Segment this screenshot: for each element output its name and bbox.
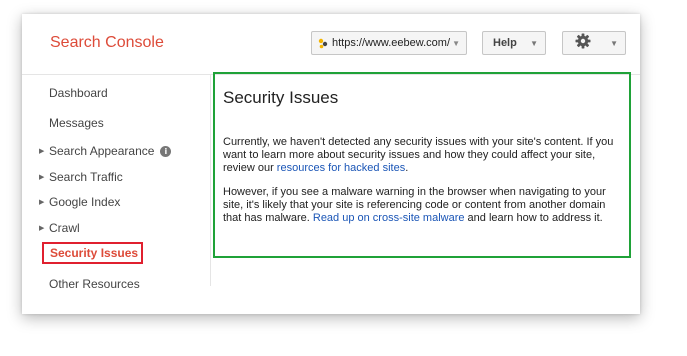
- page-title: Security Issues: [223, 88, 339, 107]
- settings-button[interactable]: ▼: [562, 31, 626, 55]
- paragraph-text: and learn how to address it.: [464, 211, 603, 224]
- sidebar-item-search-traffic[interactable]: ▶ Search Traffic: [39, 170, 123, 184]
- no-issues-paragraph: Currently, we haven't detected any secur…: [223, 136, 623, 174]
- cross-site-malware-link[interactable]: Read up on cross-site malware: [313, 212, 465, 224]
- sidebar-item-crawl[interactable]: ▶ Crawl: [39, 221, 80, 235]
- sidebar-item-dashboard[interactable]: Dashboard: [49, 86, 108, 100]
- sidebar-item-google-index[interactable]: ▶ Google Index: [39, 195, 121, 209]
- sidebar-item-label: Other Resources: [49, 277, 140, 291]
- sidebar-item-label: Google Index: [49, 195, 121, 209]
- help-button-label: Help: [493, 37, 517, 49]
- sidebar-item-label: Security Issues: [50, 246, 139, 260]
- help-button[interactable]: Help ▼: [482, 31, 546, 55]
- sidebar-item-label: Dashboard: [49, 86, 108, 100]
- info-icon[interactable]: i: [160, 145, 172, 157]
- sidebar-item-label: Search Traffic: [49, 170, 123, 184]
- sidebar-item-messages[interactable]: Messages: [49, 116, 104, 130]
- sidebar-item-label: Messages: [49, 116, 104, 130]
- site-favicon-icon: [318, 37, 328, 49]
- sidebar-item-label: Search Appearance: [49, 144, 155, 158]
- sidebar-nav: Dashboard Messages ▶ Search Appearance i…: [22, 74, 211, 291]
- sidebar-item-other-resources[interactable]: Other Resources: [49, 277, 140, 291]
- expand-arrow-icon: ▶: [39, 174, 45, 181]
- app-brand[interactable]: Search Console: [50, 34, 164, 52]
- sidebar-item-security-issues[interactable]: Security Issues: [42, 242, 143, 264]
- security-issues-panel: Security Issues Currently, we haven't de…: [213, 72, 631, 258]
- expand-arrow-icon: ▶: [39, 225, 45, 232]
- sidebar-item-label: Crawl: [49, 221, 80, 235]
- chevron-down-icon: ▼: [530, 38, 538, 48]
- search-console-window: Search Console https://www.eebew.com/ ▼ …: [22, 14, 640, 314]
- site-selector[interactable]: https://www.eebew.com/ ▼: [311, 31, 467, 55]
- malware-warning-paragraph: However, if you see a malware warning in…: [223, 186, 623, 224]
- expand-arrow-icon: ▶: [39, 148, 45, 155]
- gear-icon: [575, 33, 591, 54]
- chevron-down-icon: ▼: [452, 38, 460, 48]
- site-url-label: https://www.eebew.com/: [332, 37, 450, 49]
- chevron-down-icon: ▼: [610, 38, 618, 48]
- expand-arrow-icon: ▶: [39, 199, 45, 206]
- hacked-sites-resources-link[interactable]: resources for hacked sites: [277, 162, 405, 174]
- sidebar-item-search-appearance[interactable]: ▶ Search Appearance i: [39, 144, 172, 158]
- header-bar: Search Console https://www.eebew.com/ ▼ …: [22, 14, 640, 75]
- paragraph-text: .: [405, 161, 409, 174]
